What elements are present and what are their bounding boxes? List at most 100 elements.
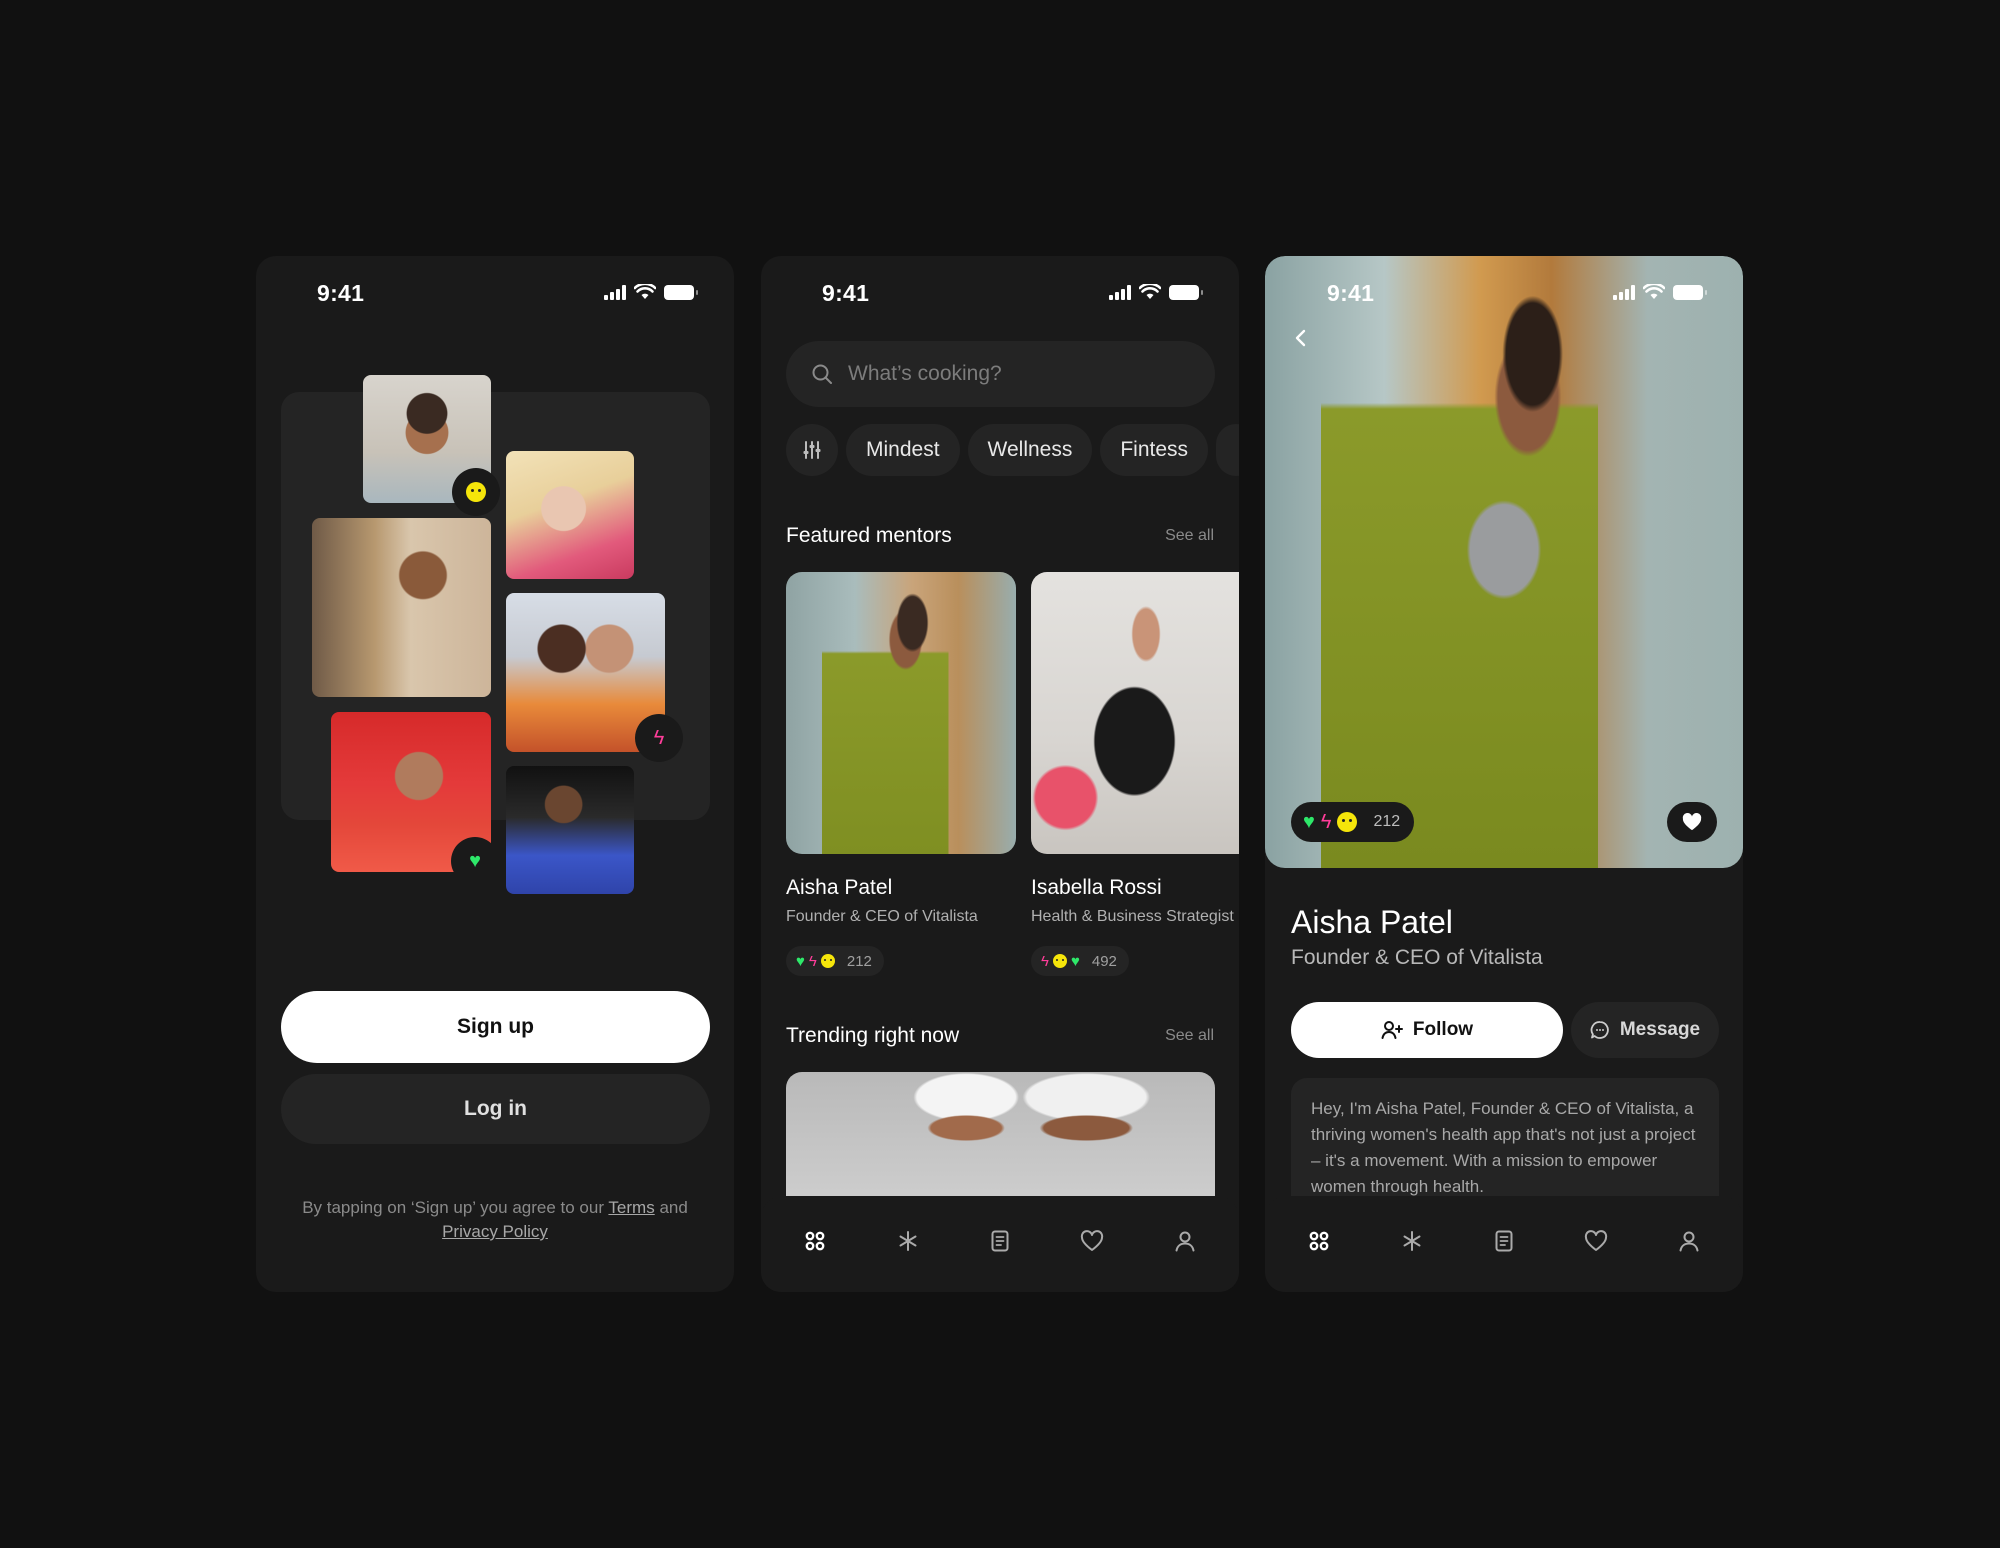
sparkle-icon (899, 1231, 917, 1251)
nav-favorites[interactable] (1572, 1217, 1620, 1265)
wifi-icon (1643, 284, 1665, 299)
mentor-role: Founder & CEO of Vitalista (786, 908, 978, 925)
profile-icon (1175, 1231, 1195, 1252)
battery-icon (1169, 284, 1203, 300)
profile-screen: 9:41 ♥ ϟ 212 Aisha Patel Founder & CEO o… (1265, 256, 1743, 1292)
mentor-photo (786, 572, 1016, 854)
signal-icon (604, 284, 626, 300)
status-time: 9:41 (317, 280, 365, 306)
nav-notes[interactable] (976, 1217, 1024, 1265)
privacy-policy-link[interactable]: Privacy Policy (442, 1222, 548, 1241)
smile-icon (1052, 954, 1067, 968)
wifi-icon (1139, 284, 1161, 299)
filter-icon (803, 441, 821, 459)
reaction-count: 212 (846, 952, 872, 970)
profile-name: Aisha Patel (1291, 904, 1453, 940)
smile-icon (820, 954, 835, 968)
bolt-icon: ϟ (653, 727, 665, 749)
chip-fintess[interactable]: Fintess (1100, 424, 1209, 476)
reaction-summary: ϟ ♥ 492 (1031, 946, 1129, 976)
see-all-link[interactable]: See all (1165, 527, 1214, 545)
heart-icon (1081, 1230, 1104, 1251)
bolt-reaction-badge: ϟ (635, 714, 683, 762)
terms-link[interactable]: Terms (608, 1198, 654, 1217)
profile-role: Founder & CEO of Vitalista (1291, 946, 1543, 969)
signal-icon (1109, 284, 1131, 300)
heart-reaction-badge: ♥ (451, 837, 499, 885)
heart-icon: ♥ (796, 952, 805, 970)
nav-explore[interactable] (884, 1217, 932, 1265)
status-time: 9:41 (822, 280, 870, 306)
nav-home[interactable] (1295, 1217, 1343, 1265)
bolt-icon: ϟ (1320, 811, 1332, 833)
reaction-count: 492 (1091, 952, 1117, 970)
profile-icon (1679, 1231, 1699, 1252)
mentor-name: Isabella Rossi (1031, 876, 1162, 899)
signal-icon (1613, 284, 1635, 300)
nav-explore[interactable] (1388, 1217, 1436, 1265)
terms-notice: By tapping on ‘Sign up’ you agree to our… (302, 1198, 688, 1241)
chip-wellness[interactable]: Wellness (967, 424, 1093, 476)
section-title: Featured mentors (786, 524, 952, 547)
status-bar: 9:41 (761, 256, 1239, 328)
chip-mindest[interactable]: Mindest (846, 424, 960, 476)
battery-icon (664, 284, 698, 300)
smile-reaction-badge (452, 468, 500, 516)
chip-more[interactable] (1216, 424, 1239, 476)
sparkle-icon (1403, 1231, 1421, 1251)
category-chips: Mindest Wellness Fintess (786, 424, 1239, 476)
back-button[interactable] (1291, 324, 1311, 357)
home-icon (805, 1231, 825, 1251)
heart-filled-icon (1682, 812, 1702, 831)
mentor-card[interactable]: Isabella Rossi Health & Business Strateg… (1031, 572, 1239, 976)
search-icon (812, 364, 832, 384)
mentor-photo-3 (312, 518, 491, 697)
filter-button[interactable] (786, 424, 838, 476)
trending-card-photo[interactable] (786, 1072, 1215, 1212)
mentor-role: Health & Business Strategist (1031, 908, 1234, 925)
bolt-icon: ϟ (1041, 952, 1049, 970)
login-button[interactable]: Log in (281, 1074, 710, 1144)
mentor-photo-6 (506, 766, 634, 894)
mentor-photo (1031, 572, 1239, 854)
message-label: Message (1619, 1019, 1701, 1040)
featured-mentors-header: Featured mentors See all (786, 524, 1214, 548)
follow-label: Follow (1412, 1019, 1474, 1040)
message-button[interactable]: Message (1571, 1002, 1719, 1058)
section-title: Trending right now (786, 1024, 960, 1047)
search-placeholder: What’s cooking? (848, 362, 1002, 385)
status-bar: 9:41 (1265, 256, 1743, 328)
notes-icon (991, 1230, 1009, 1252)
reaction-count: 212 (1373, 813, 1401, 830)
profile-hero-photo (1265, 256, 1743, 868)
bolt-icon: ϟ (808, 952, 817, 970)
bottom-nav (1265, 1196, 1743, 1292)
heart-icon (1585, 1230, 1608, 1251)
see-all-link[interactable]: See all (1165, 1027, 1214, 1045)
notes-icon (1495, 1230, 1513, 1252)
follow-button[interactable]: Follow (1291, 1002, 1563, 1058)
search-input[interactable]: What’s cooking? (786, 341, 1215, 407)
heart-icon: ♥ (469, 850, 481, 872)
nav-profile[interactable] (1161, 1217, 1209, 1265)
chat-bubble-icon (1590, 1021, 1609, 1039)
mentor-name: Aisha Patel (786, 876, 893, 899)
mentor-card[interactable]: Aisha Patel Founder & CEO of Vitalista ♥… (786, 572, 1016, 976)
signup-button[interactable]: Sign up (281, 991, 710, 1063)
wifi-icon (634, 284, 656, 299)
status-time: 9:41 (1327, 280, 1375, 306)
chevron-left-icon (1295, 329, 1306, 347)
discover-screen: 9:41 What’s cooking? Mindest Wellness Fi… (761, 256, 1239, 1292)
status-bar: 9:41 (256, 256, 734, 328)
nav-favorites[interactable] (1068, 1217, 1116, 1265)
bottom-nav (761, 1196, 1239, 1292)
like-button[interactable] (1667, 802, 1717, 842)
smile-icon (1337, 812, 1358, 832)
trending-header: Trending right now See all (786, 1024, 1214, 1048)
nav-notes[interactable] (1480, 1217, 1528, 1265)
add-user-icon (1381, 1021, 1403, 1039)
reaction-summary[interactable]: ♥ ϟ 212 (1291, 802, 1415, 842)
nav-home[interactable] (791, 1217, 839, 1265)
nav-profile[interactable] (1665, 1217, 1713, 1265)
onboarding-screen: 9:41 ϟ ♥ Sign up Log in By tapping on ‘S… (256, 256, 734, 1292)
